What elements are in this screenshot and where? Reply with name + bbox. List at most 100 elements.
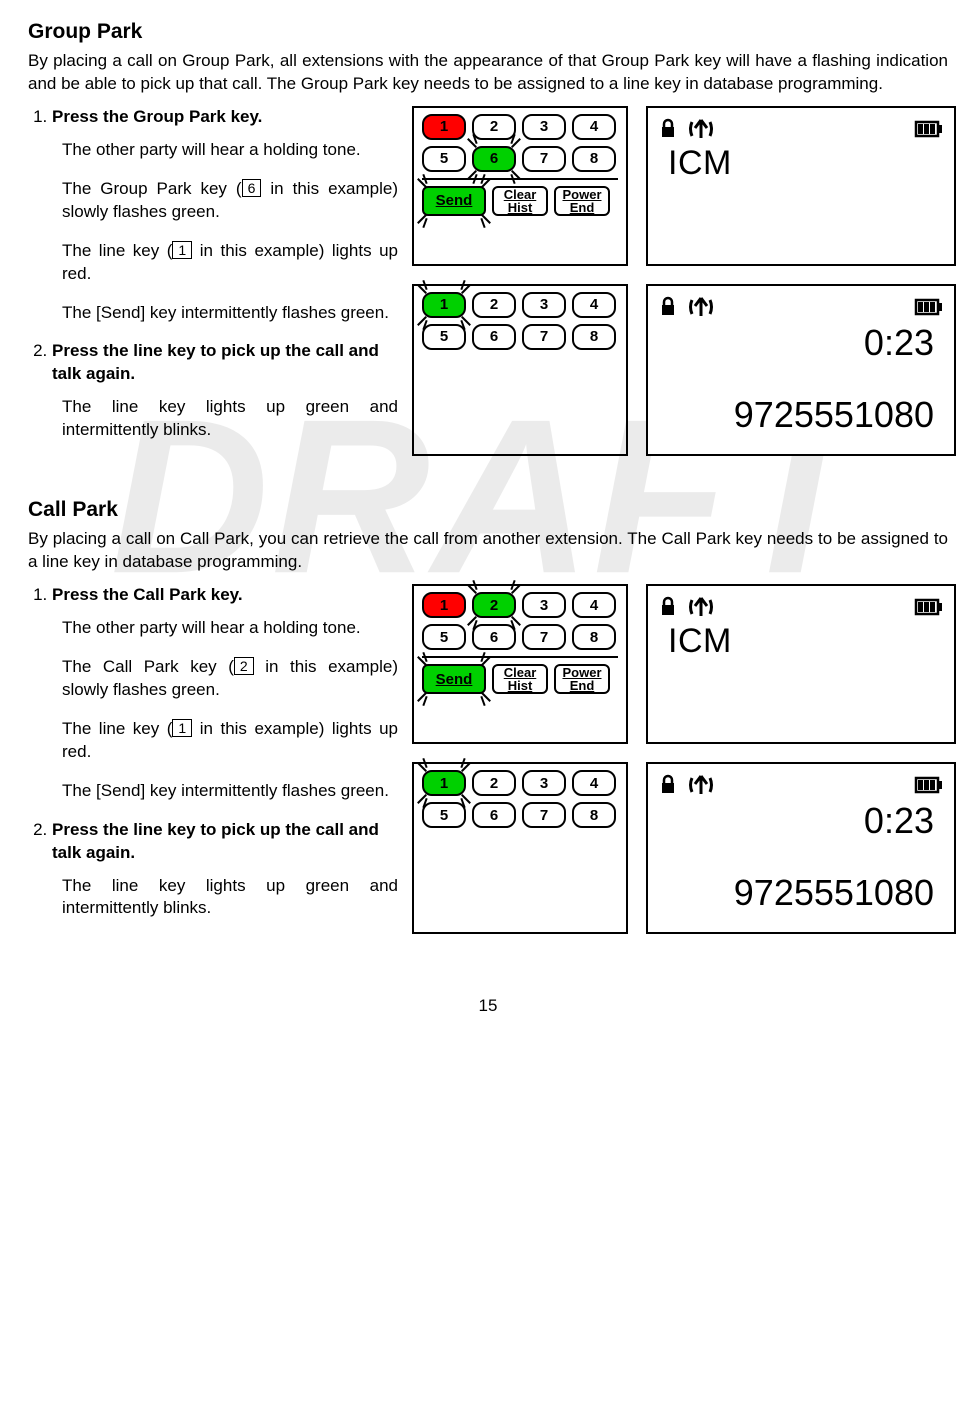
keycap-2: 2 — [234, 657, 254, 675]
keycap-6: 6 — [242, 179, 262, 197]
lock-icon — [658, 774, 678, 796]
gp-step1-b1: The other party will hear a holding tone… — [62, 139, 398, 162]
keypad-key-1[interactable]: 1 — [422, 292, 466, 318]
power-l2: End — [570, 201, 595, 214]
antenna-icon — [688, 774, 714, 796]
keypad-powerend[interactable]: Power End — [554, 664, 610, 694]
cp-step2: Press the line key to pick up the call a… — [52, 819, 398, 921]
page-number: 15 — [28, 996, 948, 1016]
cp-step1-head: Press the Call Park key. — [52, 585, 243, 604]
gp-step1-b3: The line key (1 in this example) lights … — [62, 240, 398, 286]
keypad-key-5[interactable]: 5 — [422, 324, 466, 350]
battery-icon — [914, 298, 944, 316]
cp-keypad-step1: 1 2 3 4 5 6 7 8 — [412, 584, 628, 744]
cp-step2-b1: The line key lights up green and intermi… — [62, 875, 398, 921]
screen-timer: 0:23 — [658, 800, 944, 842]
keypad-key-3[interactable]: 3 — [522, 770, 566, 796]
keypad-key-8[interactable]: 8 — [572, 324, 616, 350]
keypad-key-8[interactable]: 8 — [572, 146, 616, 172]
cp-keypad-step2: 1 2 3 4 5 6 7 8 — [412, 762, 628, 934]
keypad-key-8[interactable]: 8 — [572, 624, 616, 650]
keypad-key-7[interactable]: 7 — [522, 802, 566, 828]
screen-number: 9725551080 — [658, 872, 944, 914]
keypad-key-6[interactable]: 6 — [472, 624, 516, 650]
screen-number: 9725551080 — [658, 394, 944, 436]
keypad-key-7[interactable]: 7 — [522, 624, 566, 650]
clear-l1: Clear — [504, 188, 537, 201]
gp-screen-step2: 0:23 9725551080 — [646, 284, 956, 456]
keypad-key-1[interactable]: 1 — [422, 114, 466, 140]
screen-icm-label: ICM — [668, 622, 944, 661]
gp-s1-b3a: The line key ( — [62, 241, 172, 260]
keypad-clearhist[interactable]: Clear Hist — [492, 186, 548, 216]
keypad-key-4[interactable]: 4 — [572, 114, 616, 140]
lock-icon — [658, 118, 678, 140]
keypad-key-4[interactable]: 4 — [572, 770, 616, 796]
battery-icon — [914, 776, 944, 794]
keypad-key-6[interactable]: 6 — [472, 146, 516, 172]
clear-l2: Hist — [508, 679, 533, 692]
cp-step1-b2: The Call Park key (2 in this example) sl… — [62, 656, 398, 702]
group-park-title: Group Park — [28, 20, 948, 44]
screen-timer: 0:23 — [658, 322, 944, 364]
keypad-key-1[interactable]: 1 — [422, 770, 466, 796]
clear-l2: Hist — [508, 201, 533, 214]
keypad-clearhist[interactable]: Clear Hist — [492, 664, 548, 694]
keypad-key-7[interactable]: 7 — [522, 146, 566, 172]
gp-step2-b1: The line key lights up green and intermi… — [62, 396, 398, 442]
keypad-key-8[interactable]: 8 — [572, 802, 616, 828]
send-label: Send — [436, 193, 473, 208]
cp-screen-step1: ICM — [646, 584, 956, 744]
power-l2: End — [570, 679, 595, 692]
lock-icon — [658, 296, 678, 318]
screen-icm-label: ICM — [668, 144, 944, 183]
lock-icon — [658, 596, 678, 618]
gp-keypad-step1: 1 2 3 4 5 6 7 8 — [412, 106, 628, 266]
keypad-key-5[interactable]: 5 — [422, 624, 466, 650]
keypad-key-3[interactable]: 3 — [522, 114, 566, 140]
keycap-1: 1 — [172, 241, 192, 259]
keypad-send[interactable]: Send — [422, 186, 486, 216]
group-park-intro: By placing a call on Group Park, all ext… — [28, 50, 948, 96]
gp-step1-head: Press the Group Park key. — [52, 107, 262, 126]
keypad-key-2[interactable]: 2 — [472, 770, 516, 796]
antenna-icon — [688, 596, 714, 618]
keypad-send[interactable]: Send — [422, 664, 486, 694]
cp-screen-step2: 0:23 9725551080 — [646, 762, 956, 934]
keypad-key-4[interactable]: 4 — [572, 292, 616, 318]
antenna-icon — [688, 296, 714, 318]
send-label: Send — [436, 672, 473, 687]
keycap-1: 1 — [172, 719, 192, 737]
power-l1: Power — [562, 188, 601, 201]
cp-s1-b2a: The Call Park key ( — [62, 657, 234, 676]
keypad-key-6[interactable]: 6 — [472, 324, 516, 350]
gp-step1-b2: The Group Park key (6 in this example) s… — [62, 178, 398, 224]
keypad-key-5[interactable]: 5 — [422, 802, 466, 828]
cp-step1-b3: The line key (1 in this example) lights … — [62, 718, 398, 764]
cp-step1-b1: The other party will hear a holding tone… — [62, 617, 398, 640]
cp-step2-head: Press the line key to pick up the call a… — [52, 820, 379, 862]
antenna-icon — [688, 118, 714, 140]
gp-step2: Press the line key to pick up the call a… — [52, 340, 398, 442]
keypad-key-3[interactable]: 3 — [522, 292, 566, 318]
cp-s1-b3a: The line key ( — [62, 719, 172, 738]
gp-screen-step1: ICM — [646, 106, 956, 266]
keypad-key-5[interactable]: 5 — [422, 146, 466, 172]
keypad-key-4[interactable]: 4 — [572, 592, 616, 618]
gp-step1-b4: The [Send] key intermittently flashes gr… — [62, 302, 398, 325]
cp-step1: Press the Call Park key. The other party… — [52, 584, 398, 803]
keypad-key-2[interactable]: 2 — [472, 292, 516, 318]
battery-icon — [914, 120, 944, 138]
keypad-key-1[interactable]: 1 — [422, 592, 466, 618]
keypad-key-6[interactable]: 6 — [472, 802, 516, 828]
keypad-key-7[interactable]: 7 — [522, 324, 566, 350]
keypad-powerend[interactable]: Power End — [554, 186, 610, 216]
call-park-intro: By placing a call on Call Park, you can … — [28, 528, 948, 574]
call-park-title: Call Park — [28, 498, 948, 522]
keypad-key-2[interactable]: 2 — [472, 592, 516, 618]
keypad-key-2[interactable]: 2 — [472, 114, 516, 140]
keypad-key-3[interactable]: 3 — [522, 592, 566, 618]
gp-s1-b2a: The Group Park key ( — [62, 179, 242, 198]
gp-step1: Press the Group Park key. The other part… — [52, 106, 398, 325]
cp-step1-b4: The [Send] key intermittently flashes gr… — [62, 780, 398, 803]
